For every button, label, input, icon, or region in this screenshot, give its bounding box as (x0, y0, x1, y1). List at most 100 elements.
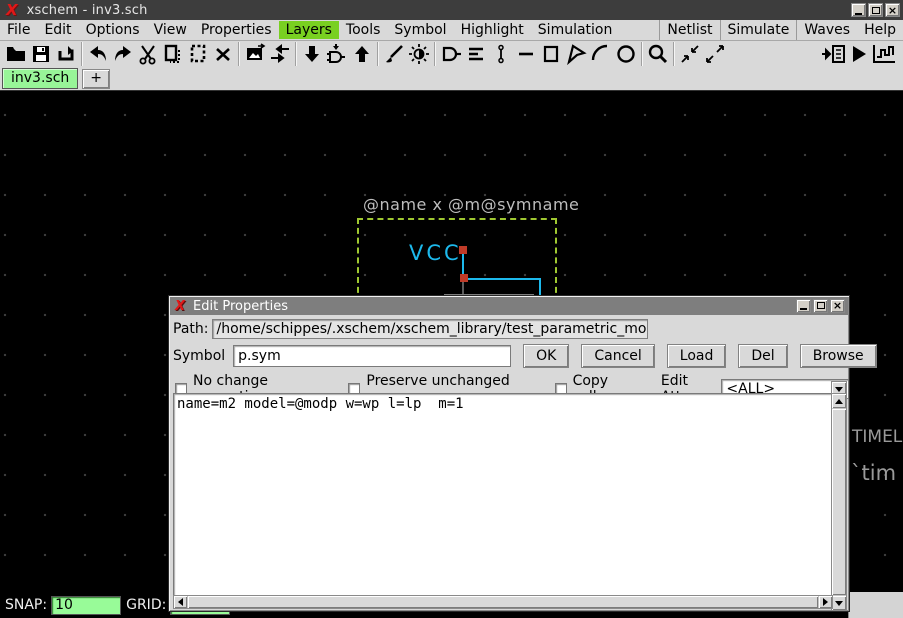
properties-textarea[interactable]: name=m2 model=@modp w=wp l=lp m=1 (173, 393, 833, 598)
scroll-down-button[interactable] (832, 596, 846, 610)
vertical-scrollbar-thumb[interactable] (832, 409, 846, 595)
dialog-minimize-button[interactable] (796, 299, 811, 313)
save-icon[interactable] (28, 43, 53, 66)
reload-icon[interactable] (53, 43, 78, 66)
netlist-icon[interactable] (821, 43, 846, 66)
cancel-button[interactable]: Cancel (581, 344, 654, 368)
cut-icon[interactable] (135, 43, 160, 66)
menu-simulate[interactable]: Simulate (721, 21, 797, 39)
place-text-icon[interactable] (463, 43, 488, 66)
toolbar (0, 41, 903, 67)
open-file-icon[interactable] (3, 43, 28, 66)
menu-tools[interactable]: Tools (339, 21, 388, 39)
menu-highlight[interactable]: Highlight (454, 21, 531, 39)
draw-rect-icon[interactable] (538, 43, 563, 66)
brush-icon[interactable] (381, 43, 406, 66)
dialog-maximize-button[interactable] (813, 299, 828, 313)
menu-simulation[interactable]: Simulation (531, 21, 620, 39)
menu-options[interactable]: Options (79, 21, 147, 39)
swap-windows-icon[interactable] (267, 43, 292, 66)
clipped-canvas-text-bottom: `tim (851, 461, 896, 485)
arrow-right-icon (823, 598, 828, 606)
window-title: xschem - inv3.sch (27, 3, 148, 18)
go-back-up-icon[interactable] (349, 43, 374, 66)
simulate-icon[interactable] (846, 43, 871, 66)
zoom-out-icon[interactable] (702, 43, 727, 66)
horizontal-scrollbar-thumb[interactable] (188, 596, 818, 608)
pin-square[interactable] (460, 274, 468, 282)
arrow-up-icon (835, 399, 843, 404)
arrow-left-icon (178, 598, 183, 606)
menu-edit[interactable]: Edit (37, 21, 78, 39)
menubar: File Edit Options View Properties Layers… (0, 20, 903, 41)
pin-square[interactable] (459, 246, 467, 254)
zoom-in-icon[interactable] (677, 43, 702, 66)
insert-image-icon[interactable] (242, 43, 267, 66)
menu-help[interactable]: Help (857, 21, 903, 39)
copy-icon[interactable] (160, 43, 185, 66)
chevron-down-icon (835, 387, 843, 392)
statusbar-corner-widget (848, 592, 903, 618)
push-down-icon[interactable] (299, 43, 324, 66)
clipped-canvas-text-top: TIMEL (852, 427, 902, 447)
undo-icon[interactable] (85, 43, 110, 66)
maximize-icon (817, 302, 825, 309)
arrow-down-icon (835, 601, 843, 606)
path-label: Path: (173, 321, 208, 337)
menu-properties[interactable]: Properties (194, 21, 279, 39)
maximize-button[interactable] (868, 3, 883, 17)
zoom-box-icon[interactable] (645, 43, 670, 66)
scroll-left-button[interactable] (174, 596, 187, 608)
menu-layers[interactable]: Layers (279, 21, 339, 39)
menu-file[interactable]: File (0, 21, 37, 39)
minimize-icon (800, 308, 807, 310)
tab-inv3-sch[interactable]: inv3.sch (2, 68, 78, 89)
vertical-scrollbar[interactable] (831, 393, 847, 611)
menu-waves[interactable]: Waves (797, 21, 857, 39)
symbol-label: Symbol (173, 348, 225, 364)
close-icon: × (833, 300, 842, 311)
tabbar: inv3.sch + (0, 67, 903, 91)
xschem-window: X xschem - inv3.sch × File Edit Options … (0, 0, 903, 618)
menu-symbol[interactable]: Symbol (387, 21, 453, 39)
place-pin-icon[interactable] (488, 43, 513, 66)
draw-circle-icon[interactable] (613, 43, 638, 66)
horizontal-scrollbar[interactable] (173, 595, 833, 609)
close-icon: × (888, 5, 897, 16)
delete-icon[interactable] (210, 43, 235, 66)
dialog-close-button[interactable]: × (830, 299, 845, 313)
menu-view[interactable]: View (147, 21, 194, 39)
close-button[interactable]: × (885, 3, 900, 17)
load-button[interactable]: Load (667, 344, 727, 368)
browse-button[interactable]: Browse (800, 344, 877, 368)
grid-label: GRID: (126, 597, 166, 613)
xschem-logo-icon: X (6, 1, 18, 19)
edit-properties-dialog: X Edit Properties × Path: /home/schippes… (168, 295, 850, 612)
window-titlebar: X xschem - inv3.sch × (0, 0, 903, 20)
paste-icon[interactable] (185, 43, 210, 66)
new-tab-button[interactable]: + (82, 69, 110, 89)
dialog-title: Edit Properties (193, 299, 288, 314)
minimize-button[interactable] (851, 3, 866, 17)
place-symbol-icon[interactable] (438, 43, 463, 66)
maximize-icon (872, 7, 880, 14)
redo-icon[interactable] (110, 43, 135, 66)
scroll-up-button[interactable] (832, 394, 846, 408)
del-button[interactable]: Del (738, 344, 787, 368)
toggle-light-icon[interactable] (406, 43, 431, 66)
symbol-format-text[interactable]: @name x @m@symname (363, 195, 579, 214)
ok-button[interactable]: OK (523, 344, 569, 368)
waves-icon[interactable] (871, 43, 896, 66)
symbol-input[interactable] (233, 345, 511, 367)
snap-label: SNAP: (5, 597, 47, 613)
snap-input[interactable] (51, 596, 121, 615)
draw-arc-icon[interactable] (588, 43, 613, 66)
draw-line-icon[interactable] (513, 43, 538, 66)
menu-netlist[interactable]: Netlist (660, 21, 719, 39)
descend-symbol-icon[interactable] (324, 43, 349, 66)
dialog-titlebar[interactable]: X Edit Properties × (170, 297, 848, 315)
scroll-right-button[interactable] (819, 596, 832, 608)
draw-polygon-icon[interactable] (563, 43, 588, 66)
path-field: /home/schippes/.xschem/xschem_library/te… (212, 319, 648, 339)
minimize-icon (855, 13, 862, 15)
